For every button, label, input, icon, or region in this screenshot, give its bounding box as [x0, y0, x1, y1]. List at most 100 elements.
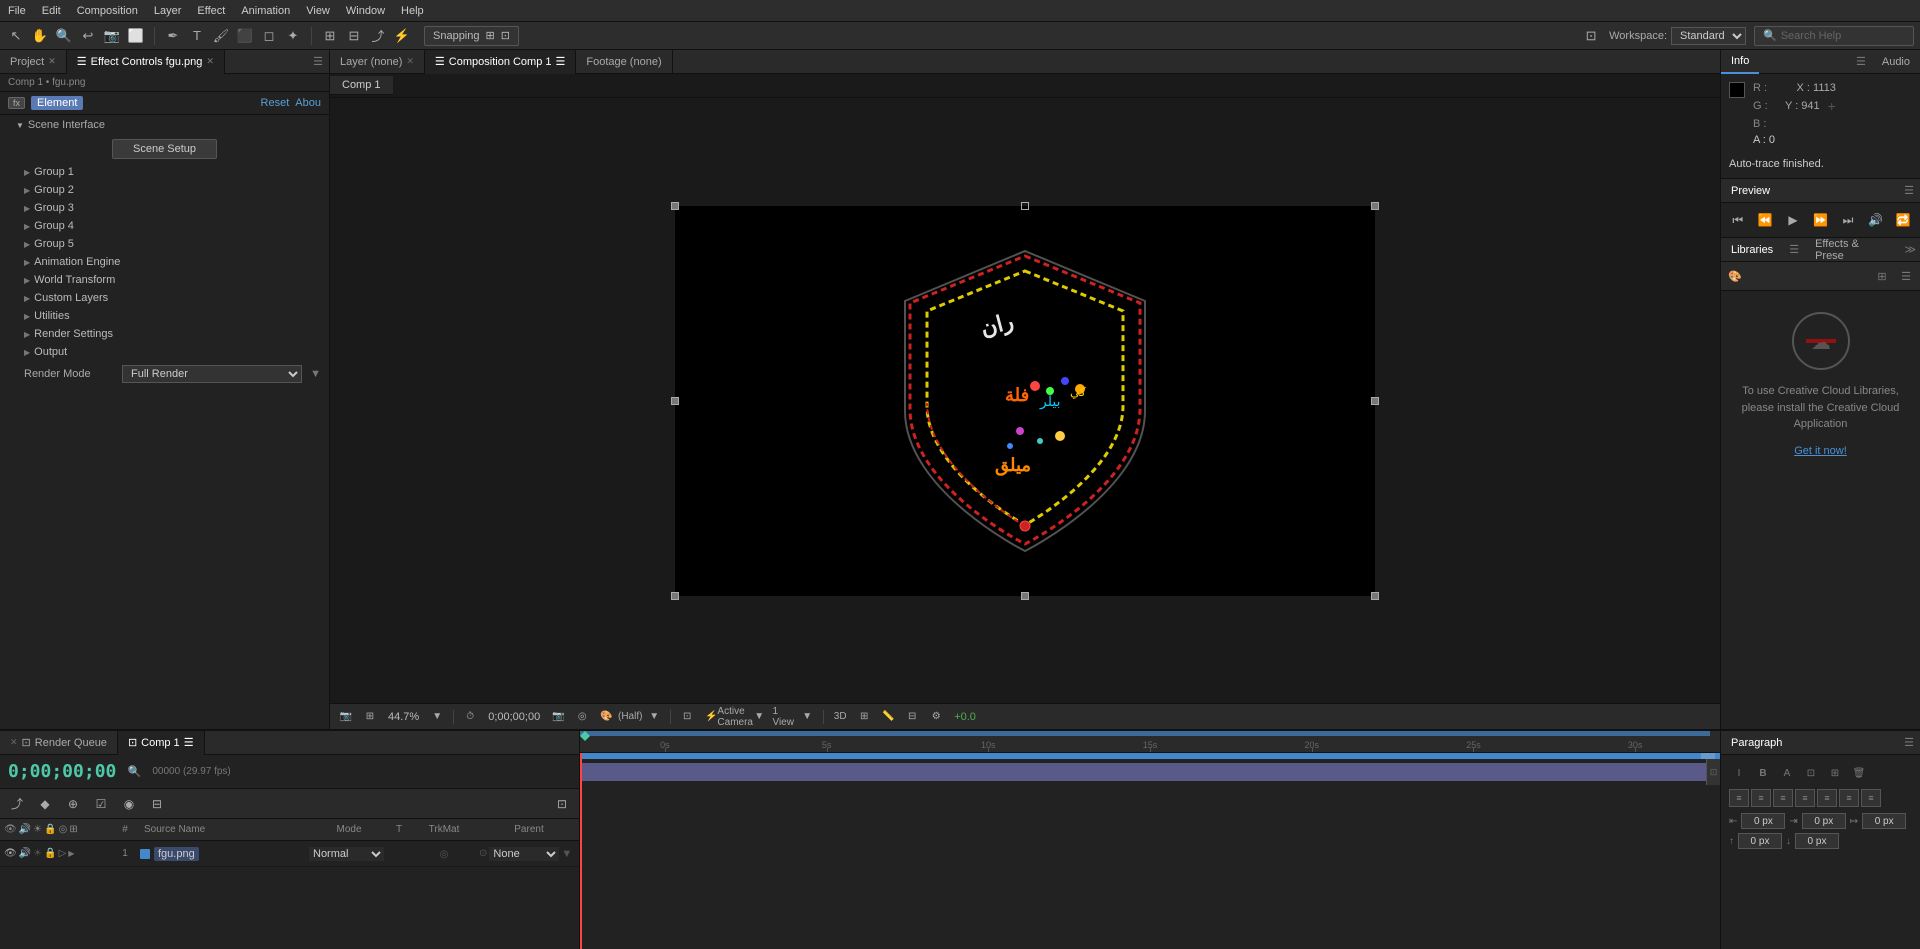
indent-after-input[interactable] — [1802, 813, 1846, 829]
transform-handle-bl[interactable] — [671, 592, 679, 600]
left-panel-menu-icon[interactable]: ☰ — [307, 55, 329, 68]
tl-collapse-icon[interactable]: ⊟ — [146, 793, 168, 815]
layer-tab-x[interactable]: ✕ — [406, 56, 414, 67]
sync-settings-icon[interactable]: ⊡ — [1581, 26, 1601, 46]
lib-expand-icon[interactable]: ≫ — [1900, 243, 1920, 256]
custom-layers-item[interactable]: Custom Layers — [0, 289, 329, 307]
zoom-display[interactable]: 44.7% — [384, 711, 423, 723]
text-tool-icon[interactable]: T — [187, 26, 207, 46]
text-overflow-icon[interactable]: ⊞ — [1825, 763, 1845, 783]
view-label-btn[interactable]: Active Camera — [725, 707, 745, 727]
transform-handle-ml[interactable] — [671, 397, 679, 405]
view-count-dropdown[interactable]: ▼ — [797, 707, 817, 727]
tl-parent-icon[interactable]: ⤴ — [6, 793, 28, 815]
lib-menu-icon[interactable]: ☰ — [1783, 243, 1805, 256]
transform-handle-tr[interactable] — [1371, 202, 1379, 210]
effect-about-btn[interactable]: Abou — [295, 97, 321, 109]
align-icon[interactable]: ⊞ — [320, 26, 340, 46]
indent-first-input[interactable] — [1862, 813, 1906, 829]
view-count-btn[interactable]: 1 View — [773, 707, 793, 727]
tl-add-layer-icon[interactable]: ⊕ — [62, 793, 84, 815]
plus-value[interactable]: +0.0 — [950, 711, 980, 723]
loop-btn[interactable]: 🔁 — [1892, 209, 1914, 231]
scene-setup-button[interactable]: Scene Setup — [112, 139, 217, 159]
quality-dropdown-icon[interactable]: ▼ — [644, 707, 664, 727]
eye-icon[interactable]: 👁 — [4, 848, 17, 859]
align-left-btn[interactable]: ≡ — [1729, 789, 1749, 807]
expression-icon[interactable]: ⚡ — [392, 26, 412, 46]
project-tab[interactable]: Project ✕ — [0, 50, 67, 74]
layer-tab[interactable]: Layer (none) ✕ — [330, 50, 425, 74]
animation-engine-item[interactable]: Animation Engine — [0, 253, 329, 271]
text-style-icon[interactable]: A — [1777, 763, 1797, 783]
footage-tab[interactable]: Footage (none) — [576, 50, 672, 74]
shape-tool-icon[interactable]: ⬜ — [126, 26, 146, 46]
libraries-tab[interactable]: Libraries — [1721, 238, 1783, 262]
distribute-icon[interactable]: ⊟ — [344, 26, 364, 46]
tl-motion-blur-icon[interactable]: ◉ — [118, 793, 140, 815]
menu-effect[interactable]: Effect — [197, 5, 225, 17]
comp1-menu-icon[interactable]: ☰ — [184, 736, 194, 749]
menu-edit[interactable]: Edit — [42, 5, 61, 17]
info-menu-icon[interactable]: ☰ — [1850, 55, 1872, 68]
effect-name-badge[interactable]: Element — [31, 96, 83, 110]
audio-icon[interactable]: 🔊 — [19, 848, 31, 859]
group-5-item[interactable]: Group 5 — [0, 235, 329, 253]
space-after-input[interactable] — [1795, 833, 1839, 849]
para-menu-icon[interactable]: ☰ — [1898, 736, 1920, 749]
align-center-btn[interactable]: ≡ — [1751, 789, 1771, 807]
timecode-display[interactable]: 0;00;00;00 — [484, 711, 544, 723]
transform-handle-tc[interactable] — [1021, 202, 1029, 210]
quality-dropdown[interactable]: (Half) — [620, 707, 640, 727]
paragraph-tab[interactable]: Paragraph — [1721, 731, 1792, 755]
table-row[interactable]: 👁 🔊 ☀ 🔒 ▷ ▶ 1 fgu.png Normal — [0, 841, 579, 867]
align-justify-last-btn[interactable]: ≡ — [1861, 789, 1881, 807]
3d-draft-icon[interactable]: 3D — [830, 707, 850, 727]
effect-reset-btn[interactable]: Reset — [261, 97, 290, 109]
transform-handle-mr[interactable] — [1371, 397, 1379, 405]
effects-presets-tab[interactable]: Effects & Prese — [1805, 238, 1900, 262]
zoom-dropdown-icon[interactable]: ▼ — [427, 707, 447, 727]
indent-before-input[interactable] — [1741, 813, 1785, 829]
layer-name[interactable]: fgu.png — [154, 847, 199, 861]
screenshot-btn[interactable]: 📷 — [336, 707, 356, 727]
align-justify-btn[interactable]: ≡ — [1795, 789, 1815, 807]
layer-duration-bar[interactable] — [580, 763, 1710, 781]
tl-keyframe-icon[interactable]: ◆ — [34, 793, 56, 815]
play-btn[interactable]: ▶ — [1782, 209, 1804, 231]
rotate-tool-icon[interactable]: ↩ — [78, 26, 98, 46]
menu-file[interactable]: File — [8, 5, 26, 17]
view-dropdown-icon[interactable]: ▼ — [749, 707, 769, 727]
world-transform-item[interactable]: World Transform — [0, 271, 329, 289]
menu-window[interactable]: Window — [346, 5, 385, 17]
skip-to-start-btn[interactable]: ⏮ — [1727, 209, 1749, 231]
eraser-tool-icon[interactable]: ◻ — [259, 26, 279, 46]
text-delete-icon[interactable]: 🗑 — [1849, 763, 1869, 783]
rulers-icon[interactable]: 📏 — [878, 707, 898, 727]
stamp-tool-icon[interactable]: ⬛ — [235, 26, 255, 46]
render-settings-item[interactable]: Render Settings — [0, 325, 329, 343]
composition-tab[interactable]: ☰ Composition Comp 1 ☰ — [425, 50, 576, 74]
snapping-toggle[interactable]: Snapping ⊞ ⊡ — [424, 26, 519, 46]
layer-lock-icon[interactable]: 🔒 — [44, 848, 56, 859]
motion-blur-icon[interactable]: ◎ — [572, 707, 592, 727]
grid-overlay-icon[interactable]: ⊞ — [854, 707, 874, 727]
text-bold-icon[interactable]: B — [1753, 763, 1773, 783]
align-justify-center-btn[interactable]: ≡ — [1817, 789, 1837, 807]
audio-toggle-btn[interactable]: 🔊 — [1865, 209, 1887, 231]
comp-opts-icon[interactable]: ⚙ — [926, 707, 946, 727]
tl-collapse-all-icon[interactable]: ⊡ — [551, 793, 573, 815]
camera-tool-icon[interactable]: 📷 — [102, 26, 122, 46]
text-box-icon[interactable]: ⊡ — [1801, 763, 1821, 783]
layer-mode-cell[interactable]: Normal — [309, 847, 389, 861]
time-icon[interactable]: ⏱ — [460, 707, 480, 727]
hand-tool-icon[interactable]: ✋ — [30, 26, 50, 46]
effect-controls-close[interactable]: ✕ — [206, 56, 214, 67]
menu-view[interactable]: View — [306, 5, 330, 17]
align-justify-right-btn[interactable]: ≡ — [1839, 789, 1859, 807]
pen-tool-icon[interactable]: ✒ — [163, 26, 183, 46]
step-forward-btn[interactable]: ⏩ — [1810, 209, 1832, 231]
render-mode-select[interactable]: Full Render Draft Wireframe — [122, 365, 302, 383]
transform-handle-bc[interactable] — [1021, 592, 1029, 600]
search-help-box[interactable]: 🔍 Search Help — [1754, 26, 1914, 46]
